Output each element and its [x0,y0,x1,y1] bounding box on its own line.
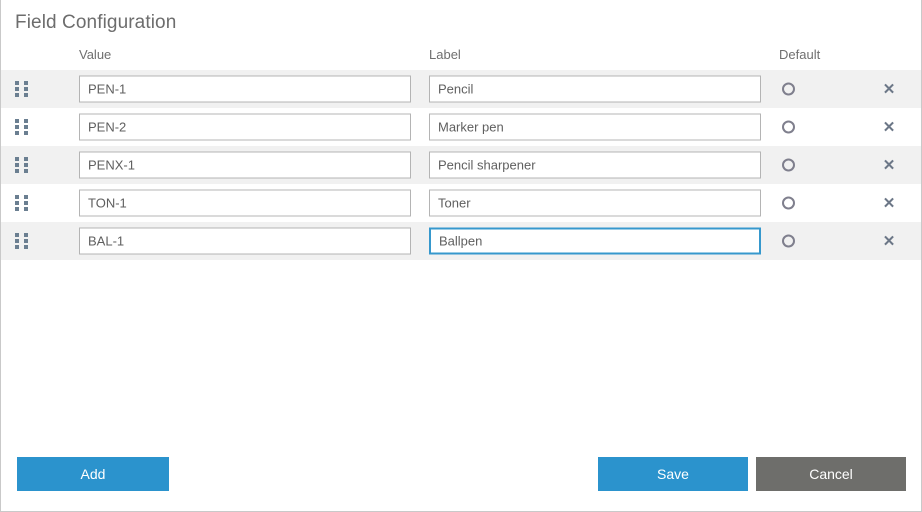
value-input[interactable] [79,114,411,141]
label-input[interactable] [429,228,761,255]
cancel-button[interactable]: Cancel [756,457,906,491]
default-radio[interactable] [782,235,795,248]
value-input[interactable] [79,228,411,255]
value-input[interactable] [79,76,411,103]
label-input[interactable] [429,114,761,141]
table-row: ✕ [1,184,921,222]
save-button[interactable]: Save [598,457,748,491]
drag-handle-icon[interactable] [15,157,29,173]
table-row: ✕ [1,146,921,184]
page-title: Field Configuration [1,0,921,35]
close-icon[interactable]: ✕ [879,155,899,175]
close-icon[interactable]: ✕ [879,79,899,99]
add-button[interactable]: Add [17,457,169,491]
column-header-label: Label [429,47,461,62]
default-radio[interactable] [782,121,795,134]
table-row: ✕ [1,70,921,108]
label-input[interactable] [429,152,761,179]
value-input[interactable] [79,152,411,179]
label-input[interactable] [429,76,761,103]
close-icon[interactable]: ✕ [879,117,899,137]
column-headers: Value Label Default [1,43,921,70]
default-radio[interactable] [782,197,795,210]
dialog-footer: Add Save Cancel [1,439,921,511]
default-radio[interactable] [782,83,795,96]
drag-handle-icon[interactable] [15,119,29,135]
value-input[interactable] [79,190,411,217]
drag-handle-icon[interactable] [15,233,29,249]
close-icon[interactable]: ✕ [879,193,899,213]
drag-handle-icon[interactable] [15,195,29,211]
content-spacer [1,260,921,439]
table-row: ✕ [1,222,921,260]
column-header-default: Default [779,47,820,62]
field-configuration-dialog: Field Configuration Value Label Default … [0,0,922,512]
default-radio[interactable] [782,159,795,172]
option-rows: ✕ ✕ ✕ ✕ ✕ [1,70,921,260]
table-row: ✕ [1,108,921,146]
drag-handle-icon[interactable] [15,81,29,97]
close-icon[interactable]: ✕ [879,231,899,251]
column-header-value: Value [79,47,111,62]
label-input[interactable] [429,190,761,217]
